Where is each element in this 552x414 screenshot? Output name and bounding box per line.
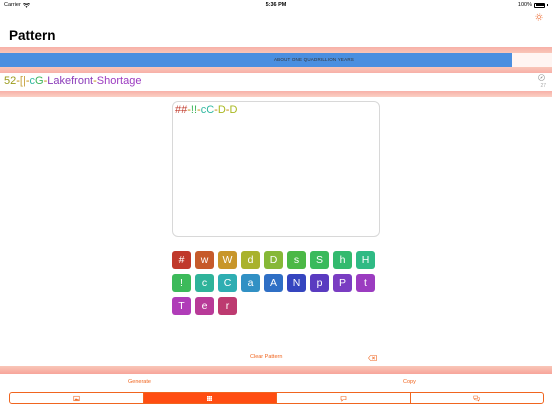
pattern-grid-icon	[207, 395, 213, 401]
compass-icon[interactable]	[538, 74, 545, 81]
generate-button[interactable]: Generate	[128, 379, 151, 385]
pattern-key[interactable]: C	[218, 274, 237, 292]
pattern-key[interactable]: S	[310, 251, 329, 269]
tab-pattern[interactable]	[143, 393, 277, 403]
key-row: # w Wd Ds Sh H	[172, 251, 384, 269]
status-time: 5:36 PM	[265, 2, 287, 8]
status-bar: Carrier 5:36 PM 100%	[0, 0, 552, 10]
pattern-key[interactable]: s	[287, 251, 306, 269]
tab-bar	[9, 392, 544, 404]
tab-passphrase[interactable]	[411, 393, 544, 403]
pattern-key[interactable]: W	[218, 251, 237, 269]
text-segment: cC	[200, 104, 215, 116]
pattern-key[interactable]: p	[310, 274, 329, 292]
footer-band	[0, 366, 552, 374]
pattern-key[interactable]: D	[264, 251, 283, 269]
pattern-key[interactable]: H	[356, 251, 375, 269]
pattern-key[interactable]: N	[287, 274, 306, 292]
gear-icon[interactable]	[534, 12, 544, 22]
pattern-key[interactable]: T	[172, 297, 191, 315]
pattern-key[interactable]: A	[264, 274, 283, 292]
backspace-icon[interactable]	[368, 355, 377, 361]
chat-bubbles-icon	[473, 395, 480, 402]
strength-label: ABOUT ONE QUADRILLION YEARS	[273, 57, 354, 62]
text-segment: 52	[4, 75, 17, 87]
pattern-keyboard: # w Wd Ds Sh H! c Ca A Np Pt Te r	[172, 251, 384, 320]
pattern-key[interactable]: h	[333, 251, 352, 269]
battery-nub	[547, 4, 548, 6]
battery-icon	[534, 2, 545, 8]
key-row: ! c Ca A Np Pt	[172, 274, 384, 292]
password-length: 27	[540, 83, 546, 89]
pattern-editor[interactable]: ##-!!-cC-D-D	[172, 101, 380, 237]
text-segment: ##	[175, 104, 188, 116]
pattern-key[interactable]: w	[195, 251, 214, 269]
text-segment: D	[217, 104, 226, 116]
speech-bubble-icon	[340, 395, 347, 402]
clear-pattern-button[interactable]: Clear Pattern	[250, 354, 282, 360]
pattern-key[interactable]: d	[241, 251, 260, 269]
tab-phrase[interactable]	[277, 393, 411, 403]
key-row: Ter	[172, 297, 384, 315]
password-band	[0, 91, 552, 97]
password-row[interactable]: 52-[|-cG-Lakefront-Shortage	[0, 73, 552, 90]
text-segment: Shortage	[96, 75, 142, 87]
tab-image[interactable]	[10, 393, 144, 403]
pattern-key[interactable]: !	[172, 274, 191, 292]
pattern-text: ##-!!-cC-D-D	[175, 104, 237, 116]
pattern-key[interactable]: t	[356, 274, 375, 292]
pattern-key[interactable]: P	[333, 274, 352, 292]
page-title: Pattern	[9, 28, 56, 43]
text-segment: G	[35, 75, 44, 87]
battery-percent: 100%	[517, 2, 532, 8]
pattern-key[interactable]: a	[241, 274, 260, 292]
pattern-key[interactable]: r	[218, 297, 237, 315]
strength-meter: ABOUT ONE QUADRILLION YEARS	[0, 53, 552, 67]
text-segment: D	[229, 104, 238, 116]
pattern-key[interactable]: c	[195, 274, 214, 292]
pattern-key[interactable]: e	[195, 297, 214, 315]
text-segment: Lakefront	[47, 75, 94, 87]
pattern-key[interactable]: #	[172, 251, 191, 269]
generated-password[interactable]: 52-[|-cG-Lakefront-Shortage	[4, 75, 141, 87]
copy-button[interactable]: Copy	[403, 379, 416, 385]
image-icon	[73, 395, 80, 401]
battery-area: 100%	[518, 2, 548, 8]
